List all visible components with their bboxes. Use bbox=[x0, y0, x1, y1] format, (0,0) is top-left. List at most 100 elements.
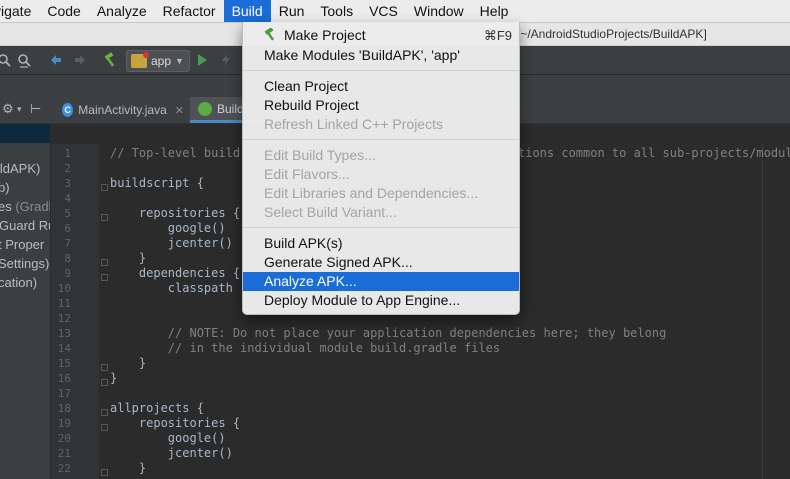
run-configuration-select[interactable]: app ▼ bbox=[126, 50, 190, 72]
menu-bar: vigate Code Analyze Refactor Build Run T… bbox=[0, 0, 790, 23]
code-line: buildscript { bbox=[110, 176, 204, 190]
menu-refactor[interactable]: Refactor bbox=[155, 0, 224, 22]
replace-search-icon[interactable] bbox=[14, 50, 34, 70]
fold-marker-icon[interactable] bbox=[101, 469, 108, 476]
menu-item-label: Rebuild Project bbox=[264, 97, 359, 113]
code-line: } bbox=[110, 371, 118, 385]
fold-marker-icon[interactable] bbox=[101, 424, 108, 431]
menu-navigate[interactable]: vigate bbox=[0, 0, 39, 22]
project-tree-item[interactable]: Settings) bbox=[0, 254, 49, 273]
project-tree-item[interactable]: es (Gradl bbox=[0, 197, 51, 216]
fold-marker-icon[interactable] bbox=[101, 379, 108, 386]
code-line: // NOTE: Do not place your application d… bbox=[110, 326, 667, 340]
code-line: allprojects { bbox=[110, 401, 204, 415]
menu-item-label: Edit Flavors... bbox=[264, 166, 350, 182]
java-class-icon: C bbox=[62, 103, 74, 117]
line-number-gutter: 1 2 3 4 5 6 7 8 9 10 11 12 13 14 15 16 1… bbox=[51, 144, 99, 479]
project-tree-item[interactable]: cation) bbox=[0, 273, 37, 292]
project-path: [~/AndroidStudioProjects/BuildAPK] bbox=[517, 27, 707, 41]
menu-item-rebuild-project[interactable]: Rebuild Project bbox=[243, 96, 519, 115]
apply-changes-icon[interactable] bbox=[216, 50, 236, 70]
gear-icon[interactable]: ⚙ bbox=[2, 101, 14, 117]
line-number: 12 bbox=[57, 312, 71, 325]
project-tree-selected-row[interactable] bbox=[0, 124, 50, 143]
line-number: 1 bbox=[64, 147, 71, 160]
line-number: 15 bbox=[57, 357, 71, 370]
line-number: 2 bbox=[64, 162, 71, 175]
menu-item-shortcut: ⌘F9 bbox=[483, 28, 512, 43]
gradle-icon bbox=[198, 101, 212, 116]
tab-label: Build bbox=[217, 101, 244, 116]
tree-item-label: es bbox=[0, 199, 12, 214]
menu-item-select-build-variant: Select Build Variant... bbox=[243, 203, 519, 222]
run-icon[interactable] bbox=[192, 50, 212, 70]
code-line: jcenter() bbox=[110, 446, 233, 460]
code-line: repositories { bbox=[110, 206, 241, 220]
menu-run[interactable]: Run bbox=[271, 0, 313, 22]
menu-item-edit-flavors: Edit Flavors... bbox=[243, 165, 519, 184]
menu-item-label: Edit Libraries and Dependencies... bbox=[264, 185, 479, 201]
code-line: } bbox=[110, 356, 147, 370]
menu-item-label: Make Modules 'BuildAPK', 'app' bbox=[264, 47, 460, 63]
menu-item-clean-project[interactable]: Clean Project bbox=[243, 77, 519, 96]
menu-item-build-apk[interactable]: Build APK(s) bbox=[243, 234, 519, 253]
line-number: 7 bbox=[64, 237, 71, 250]
line-number: 14 bbox=[57, 342, 71, 355]
tab-mainactivity[interactable]: C MainActivity.java ✕ bbox=[54, 97, 193, 123]
hammer-icon bbox=[264, 28, 275, 41]
menu-item-analyze-apk[interactable]: Analyze APK... bbox=[243, 272, 519, 291]
menu-vcs[interactable]: VCS bbox=[361, 0, 406, 22]
fold-marker-icon[interactable] bbox=[101, 364, 108, 371]
code-line: jcenter() bbox=[110, 236, 233, 250]
fold-marker-icon[interactable] bbox=[101, 184, 108, 191]
line-number: 8 bbox=[64, 252, 71, 265]
line-number: 22 bbox=[57, 462, 71, 475]
line-number: 17 bbox=[57, 387, 71, 400]
menu-item-make-project[interactable]: Make Project ⌘F9 bbox=[243, 26, 519, 45]
menu-item-label: Analyze APK... bbox=[264, 273, 357, 289]
menu-tools[interactable]: Tools bbox=[312, 0, 361, 22]
menu-item-edit-build-types: Edit Build Types... bbox=[243, 146, 519, 165]
code-line: // Top-level build bbox=[110, 146, 241, 160]
menu-item-deploy-module[interactable]: Deploy Module to App Engine... bbox=[243, 291, 519, 310]
line-number: 18 bbox=[57, 402, 71, 415]
line-number: 13 bbox=[57, 327, 71, 340]
menu-item-make-modules[interactable]: Make Modules 'BuildAPK', 'app' bbox=[243, 46, 519, 65]
fold-marker-icon[interactable] bbox=[101, 259, 108, 266]
menu-analyze[interactable]: Analyze bbox=[89, 0, 155, 22]
gear-dropdown-icon[interactable]: ▾ bbox=[17, 104, 22, 115]
run-configuration-label: app bbox=[151, 54, 172, 68]
menu-item-label: Make Project bbox=[284, 27, 366, 43]
project-panel: ildAPK) p) es (Gradl Guard Ru t Proper S… bbox=[0, 124, 51, 479]
menu-code[interactable]: Code bbox=[39, 0, 88, 22]
fold-marker-icon[interactable] bbox=[101, 274, 108, 281]
project-tree-item[interactable]: ildAPK) bbox=[0, 159, 40, 178]
line-number: 6 bbox=[64, 222, 71, 235]
back-arrow-icon[interactable] bbox=[46, 50, 66, 70]
fold-marker-icon[interactable] bbox=[101, 409, 108, 416]
project-tree-item[interactable]: Guard Ru bbox=[0, 216, 50, 235]
code-line: } bbox=[110, 251, 147, 265]
collapse-panel-icon[interactable]: ⊢ bbox=[30, 101, 41, 117]
menu-item-label: Build APK(s) bbox=[264, 235, 343, 251]
fold-marker-icon[interactable] bbox=[101, 214, 108, 221]
hammer-icon[interactable] bbox=[100, 50, 120, 70]
code-line: dependencies { bbox=[110, 266, 241, 280]
search-icon[interactable] bbox=[0, 50, 14, 70]
menu-build[interactable]: Build bbox=[223, 0, 271, 22]
code-line: google() bbox=[110, 221, 226, 235]
build-menu-dropdown: Make Project ⌘F9 Make Modules 'BuildAPK'… bbox=[242, 22, 520, 315]
project-tree-item[interactable]: p) bbox=[0, 178, 10, 197]
code-line: classpath ' bbox=[110, 281, 248, 295]
line-number: 10 bbox=[57, 282, 71, 295]
menu-help[interactable]: Help bbox=[472, 0, 517, 22]
tree-item-suffix: (Gradl bbox=[11, 199, 51, 214]
line-number: 9 bbox=[64, 267, 71, 280]
line-number: 3 bbox=[64, 177, 71, 190]
menu-item-label: Generate Signed APK... bbox=[264, 254, 413, 270]
menu-window[interactable]: Window bbox=[406, 0, 472, 22]
close-icon[interactable]: ✕ bbox=[175, 104, 184, 117]
forward-arrow-icon[interactable] bbox=[70, 50, 90, 70]
project-tree-item[interactable]: t Proper bbox=[0, 235, 44, 254]
menu-item-generate-signed-apk[interactable]: Generate Signed APK... bbox=[243, 253, 519, 272]
